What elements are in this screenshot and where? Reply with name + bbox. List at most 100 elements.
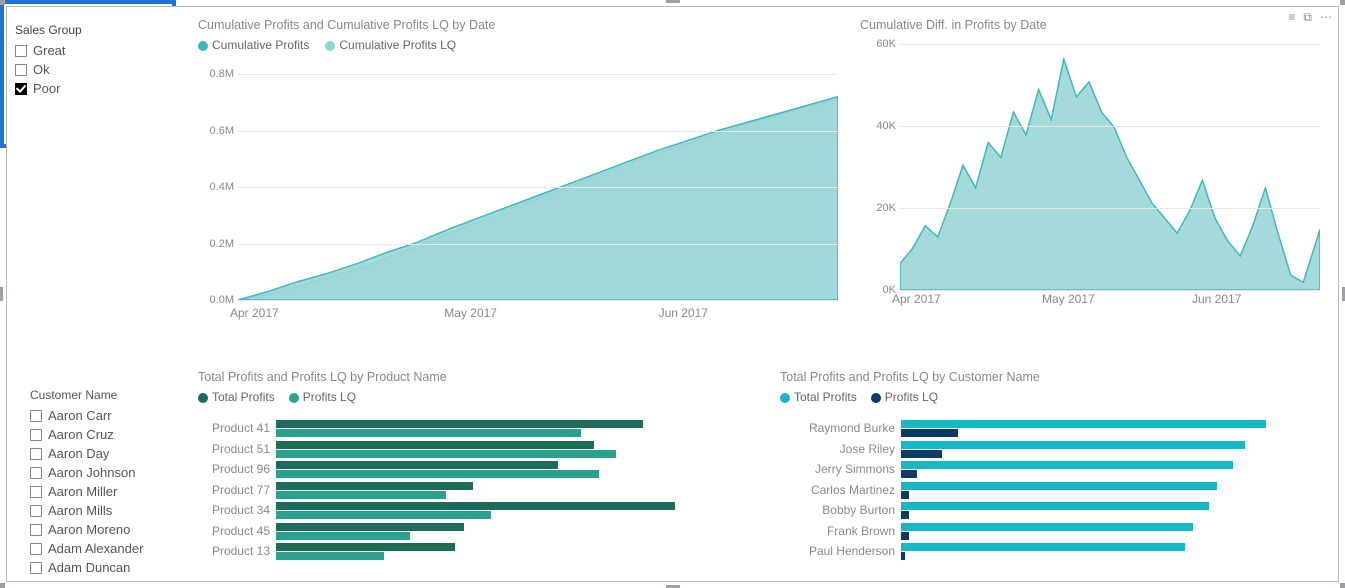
y-axis-tick: 0.6M [210, 125, 234, 137]
bar-row[interactable]: Product 41 [198, 418, 738, 439]
bar-category-label: Product 13 [198, 544, 270, 558]
x-axis-tick: May 2017 [444, 306, 497, 320]
chart-profits-by-customer[interactable]: Total Profits and Profits LQ by Customer… [780, 370, 1340, 585]
slicer-item[interactable]: Aaron Johnson [30, 463, 190, 482]
slicer-item-label: Aaron Day [48, 444, 109, 463]
slicer-item-label: Ok [33, 60, 50, 79]
bar-segment [901, 461, 1233, 469]
bar-row[interactable]: Jose Riley [780, 439, 1320, 460]
x-axis-tick: May 2017 [1042, 292, 1095, 306]
y-axis-tick: 0.8M [210, 68, 234, 80]
slicer-item-label: Aaron Cruz [48, 425, 114, 444]
slicer-title: Sales Group [15, 23, 82, 37]
chart-legend: Cumulative Profits Cumulative Profits LQ [198, 38, 838, 52]
slicer-item-label: Aaron Mills [48, 501, 112, 520]
bar-segment [901, 429, 958, 437]
bar-segment [901, 552, 905, 560]
x-axis-tick: Apr 2017 [230, 306, 279, 320]
checkbox-icon[interactable] [30, 505, 42, 517]
bar-row[interactable]: Product 77 [198, 480, 738, 501]
bar-category-label: Jose Riley [780, 442, 895, 456]
slicer-item-label: Poor [33, 79, 60, 98]
bar-category-label: Product 77 [198, 483, 270, 497]
checkbox-icon[interactable] [30, 543, 42, 555]
more-options-icon[interactable]: ⋯ [1320, 11, 1332, 23]
x-axis-tick: Apr 2017 [892, 292, 941, 306]
bar-category-label: Product 34 [198, 503, 270, 517]
slicer-item-label: Aaron Moreno [48, 520, 130, 539]
bar-category-label: Carlos Martinez [780, 483, 895, 497]
slicer-item[interactable]: Aaron Day [30, 444, 190, 463]
checkbox-icon[interactable] [15, 83, 27, 95]
slicer-item[interactable]: Adam Duncan [30, 558, 190, 577]
checkbox-icon[interactable] [30, 410, 42, 422]
bar-category-label: Jerry Simmons [780, 462, 895, 476]
chart-title: Cumulative Diff. in Profits by Date [860, 18, 1320, 32]
bar-row[interactable]: Raymond Burke [780, 418, 1320, 439]
bar-segment [276, 523, 464, 531]
bar-category-label: Raymond Burke [780, 421, 895, 435]
checkbox-icon[interactable] [30, 448, 42, 460]
slicer-item-label: Adam Alexander [48, 539, 143, 558]
bar-row[interactable]: Carlos Martinez [780, 480, 1320, 501]
bar-category-label: Product 41 [198, 421, 270, 435]
bar-row[interactable]: Product 34 [198, 500, 738, 521]
slicer-title: Customer Name [30, 388, 190, 402]
chart-profits-by-product[interactable]: Total Profits and Profits LQ by Product … [198, 370, 738, 585]
bar-segment [901, 511, 909, 519]
bar-category-label: Product 51 [198, 442, 270, 456]
bar-category-label: Product 45 [198, 524, 270, 538]
checkbox-icon[interactable] [30, 562, 42, 574]
bar-category-label: Paul Henderson [780, 544, 895, 558]
bar-segment [276, 482, 473, 490]
chart-cumulative-profits[interactable]: Cumulative Profits and Cumulative Profit… [198, 18, 838, 318]
bar-segment [901, 470, 917, 478]
bar-segment [276, 491, 446, 499]
slicer-item[interactable]: Aaron Cruz [30, 425, 190, 444]
checkbox-icon[interactable] [15, 64, 27, 76]
slicer-item-label: Aaron Miller [48, 482, 117, 501]
slicer-item[interactable]: Aaron Carr [30, 406, 190, 425]
bar-segment [276, 461, 558, 469]
bar-segment [276, 552, 384, 560]
chart-title: Cumulative Profits and Cumulative Profit… [198, 18, 838, 32]
slicer-sales-group-selected[interactable]: ≡ ⧉ ⋯ Sales Group GreatOkPoor [0, 0, 176, 148]
bar-segment [276, 429, 581, 437]
bar-segment [901, 450, 942, 458]
slicer-item-label: Great [33, 41, 66, 60]
bar-segment [901, 523, 1193, 531]
checkbox-icon[interactable] [30, 467, 42, 479]
bar-category-label: Frank Brown [780, 524, 895, 538]
slicer-item[interactable]: Aaron Mills [30, 501, 190, 520]
slicer-item-label: Aaron Johnson [48, 463, 135, 482]
checkbox-icon[interactable] [15, 45, 27, 57]
slicer-item[interactable]: Aaron Miller [30, 482, 190, 501]
bar-row[interactable]: Product 96 [198, 459, 738, 480]
checkbox-icon[interactable] [30, 524, 42, 536]
bar-row[interactable]: Product 51 [198, 439, 738, 460]
slicer-item[interactable]: Adam Alexander [30, 539, 190, 558]
bar-row[interactable]: Bobby Burton [780, 500, 1320, 521]
chart-cumulative-diff[interactable]: Cumulative Diff. in Profits by Date 60K4… [860, 18, 1320, 318]
bar-segment [276, 502, 675, 510]
chart-title: Total Profits and Profits LQ by Customer… [780, 370, 1340, 384]
bar-row[interactable]: Paul Henderson [780, 541, 1320, 562]
bar-row[interactable]: Frank Brown [780, 521, 1320, 542]
bar-segment [276, 470, 599, 478]
bar-row[interactable]: Product 13 [198, 541, 738, 562]
slicer-customer-name[interactable]: Customer Name Aaron CarrAaron CruzAaron … [30, 388, 190, 577]
bar-segment [901, 532, 909, 540]
chart-legend: Total Profits Profits LQ [780, 390, 1340, 404]
bar-row[interactable]: Jerry Simmons [780, 459, 1320, 480]
bar-segment [276, 420, 643, 428]
bar-segment [901, 482, 1217, 490]
checkbox-icon[interactable] [30, 429, 42, 441]
slicer-item[interactable]: Aaron Moreno [30, 520, 190, 539]
y-axis-tick: 0.0M [210, 294, 234, 306]
checkbox-icon[interactable] [30, 486, 42, 498]
bar-row[interactable]: Product 45 [198, 521, 738, 542]
bar-segment [276, 450, 616, 458]
slicer-item-label: Aaron Carr [48, 406, 112, 425]
bar-segment [276, 532, 410, 540]
x-axis-tick: Jun 2017 [1192, 292, 1241, 306]
